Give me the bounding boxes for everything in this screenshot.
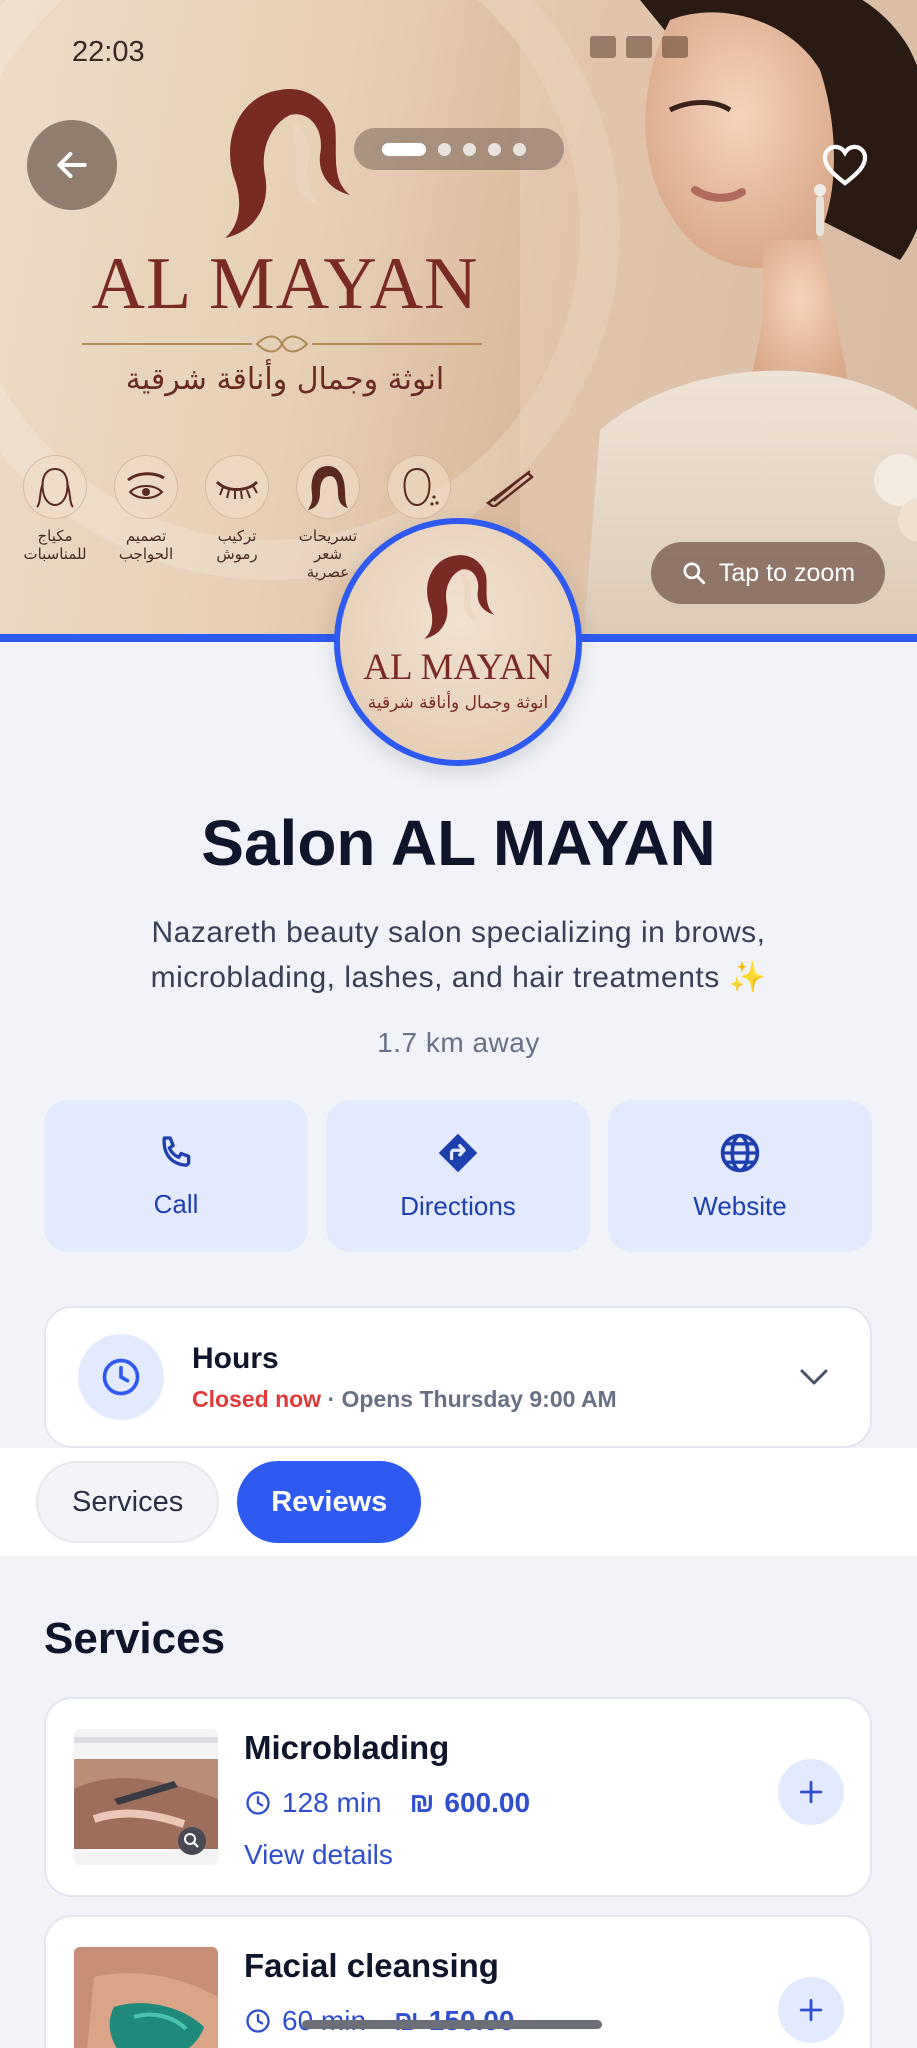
service-price: 600.00 (444, 1787, 531, 1818)
carousel-dot[interactable] (513, 142, 526, 156)
carousel-dot[interactable] (488, 142, 501, 156)
services-section-title: Services (44, 1614, 226, 1663)
salon-description: Nazareth beauty salon specializing in br… (150, 916, 767, 994)
carousel-dot[interactable] (463, 142, 476, 156)
website-label: Website (693, 1190, 787, 1221)
avatar-woman-silhouette-icon (424, 555, 495, 639)
service-name: Facial cleansing (244, 1947, 499, 1984)
hero-tagline: انوثة وجمال وأناقة شرقية (125, 362, 445, 397)
globe-icon (720, 1133, 760, 1172)
hero-service-label: تصميم الحواجب (118, 527, 174, 563)
hero-service-brows: تصميم الحواجب (111, 455, 181, 581)
add-service-button[interactable] (778, 1759, 844, 1825)
wifi-icon (626, 36, 652, 58)
action-buttons: Call Directions Website (44, 1100, 872, 1252)
avatar-tagline: انوثة وجمال وأناقة شرقية (367, 693, 549, 713)
hero-brand-title: AL MAYAN (91, 243, 479, 325)
clock-icon (246, 1791, 270, 1815)
zoom-icon (683, 562, 706, 585)
hero-service-makeup: مكياج للمناسبات (20, 455, 90, 581)
hero-ornament-divider (82, 335, 482, 353)
battery-icon (662, 36, 688, 58)
tab-services[interactable]: Services (36, 1461, 220, 1543)
hero-logo-woman-silhouette (225, 89, 350, 238)
directions-button[interactable]: Directions (326, 1100, 590, 1252)
arrow-left-icon (57, 151, 87, 179)
hours-status-line: Closed now · Opens Thursday 9:00 AM (192, 1386, 798, 1413)
view-details-link[interactable]: View details (244, 1839, 393, 1871)
salon-name: Salon AL MAYAN (201, 807, 716, 879)
plus-icon (799, 1780, 823, 1804)
salon-avatar[interactable]: AL MAYAN انوثة وجمال وأناقة شرقية (334, 518, 582, 766)
phone-icon (162, 1135, 191, 1167)
face-makeup-icon (23, 455, 87, 519)
directions-icon (438, 1133, 478, 1172)
service-duration: 128 min (282, 1787, 382, 1818)
hero-service-label: تركيب رموش (216, 527, 258, 563)
carousel-dot-active[interactable] (382, 142, 426, 156)
eyelash-icon (205, 455, 269, 519)
hero-service-hairstyle: تسريحات شعر عصرية (293, 455, 363, 581)
hero-service-label: مكياج للمناسبات (23, 527, 87, 563)
signal-icon (590, 36, 616, 58)
status-bar-time: 22:03 (72, 36, 145, 68)
facial-care-icon (387, 455, 451, 519)
avatar-brand: AL MAYAN (363, 647, 553, 688)
service-card-microblading[interactable]: Microblading 128 min ₪ 600.00 View detai… (44, 1697, 872, 1897)
chevron-down-icon[interactable] (798, 1367, 830, 1387)
call-button[interactable]: Call (44, 1100, 308, 1252)
home-indicator[interactable] (302, 2020, 602, 2029)
hours-next-open: · Opens Thursday 9:00 AM (327, 1385, 617, 1412)
hairstyle-icon (296, 455, 360, 519)
directions-label: Directions (400, 1190, 516, 1221)
hours-text: Hours Closed now · Opens Thursday 9:00 A… (192, 1342, 798, 1413)
back-button[interactable] (27, 120, 117, 210)
hours-title: Hours (192, 1341, 279, 1375)
clock-icon (246, 2009, 270, 2033)
tab-reviews[interactable]: Reviews (237, 1461, 422, 1543)
hair-straightener-icon (478, 455, 542, 519)
hero-service-lashes: تركيب رموش (202, 455, 272, 581)
tap-to-zoom-button[interactable]: Tap to zoom (651, 542, 885, 604)
salon-distance: 1.7 km away (377, 1027, 540, 1058)
clock-icon (78, 1334, 164, 1420)
tap-to-zoom-label: Tap to zoom (718, 558, 856, 587)
shekel-icon: ₪ (409, 1787, 435, 1818)
hero-service-label: تسريحات شعر عصرية (298, 527, 358, 581)
carousel-dot[interactable] (438, 142, 451, 156)
service-name: Microblading (244, 1729, 450, 1766)
heart-icon (822, 144, 868, 186)
call-label: Call (153, 1188, 199, 1219)
service-thumbnail[interactable] (74, 1729, 218, 1865)
add-service-button[interactable] (778, 1977, 844, 2043)
favorite-button[interactable] (800, 120, 890, 210)
eyebrow-icon (114, 455, 178, 519)
status-bar-icons (590, 36, 688, 58)
carousel-page-indicator[interactable] (354, 128, 564, 170)
service-thumbnail[interactable] (74, 1947, 218, 2048)
plus-icon (799, 1998, 823, 2022)
tab-bar: Services Reviews (0, 1448, 917, 1556)
hours-closed-status: Closed now (192, 1385, 322, 1412)
hours-card[interactable]: Hours Closed now · Opens Thursday 9:00 A… (44, 1306, 872, 1448)
service-meta: 128 min ₪ 600.00 (244, 1787, 530, 1819)
website-button[interactable]: Website (608, 1100, 872, 1252)
